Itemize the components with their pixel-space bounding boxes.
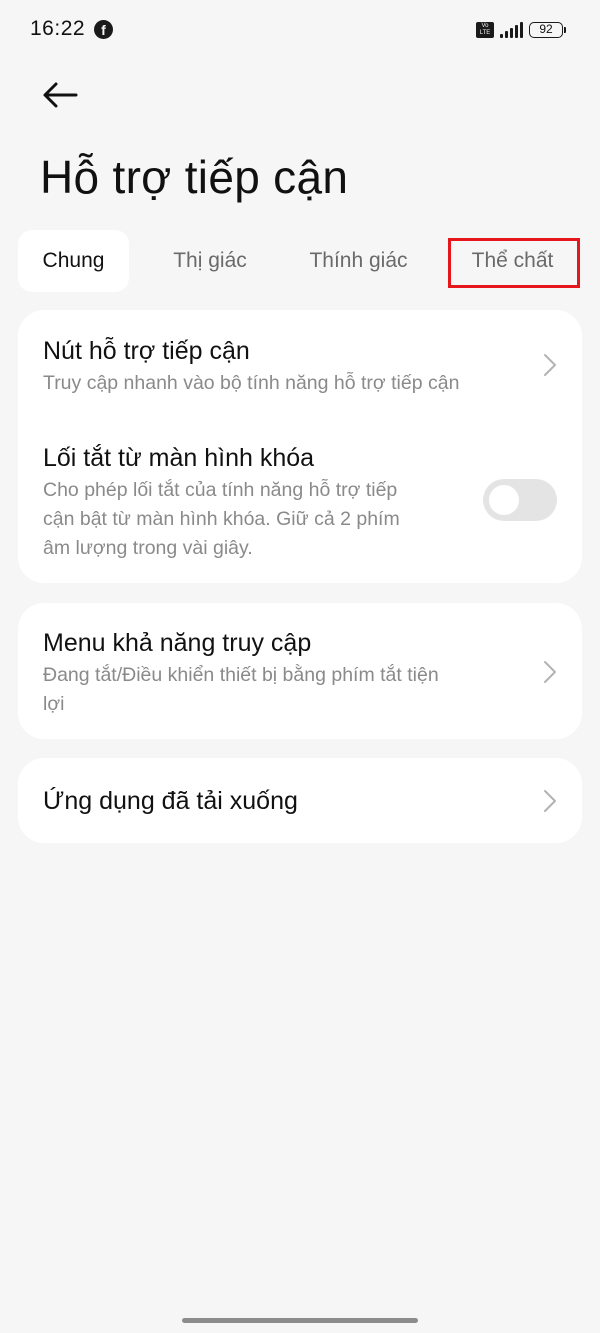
chevron-right-icon (544, 354, 556, 376)
subtitle-line: âm lượng trong vài giây. (43, 537, 253, 559)
page-title: Hỗ trợ tiếp cận (40, 151, 349, 203)
settings-card-apps: Ứng dụng đã tải xuống (18, 758, 582, 843)
row-subtitle: Đang tắt/Điều khiển thiết bị bằng phím t… (43, 661, 533, 719)
tab-physical[interactable]: Thể chất (449, 230, 576, 292)
battery-icon: 92 (529, 22, 566, 38)
chevron-right-icon (544, 661, 556, 683)
home-indicator[interactable] (182, 1318, 418, 1323)
subtitle-line: lợi (43, 693, 65, 715)
status-bar: 16:22 f Vo LTE 92 (0, 0, 600, 60)
row-title: Ứng dụng đã tải xuống (43, 787, 298, 815)
arrow-left-icon (43, 82, 78, 108)
lockscreen-shortcut-toggle[interactable] (483, 479, 557, 521)
tab-bar: Chung Thị giác Thính giác Thể chất (18, 230, 582, 292)
signal-icon (500, 22, 523, 38)
volte-icon: Vo LTE (476, 22, 494, 38)
settings-card-menu: Menu khả năng truy cập Đang tắt/Điều khi… (18, 603, 582, 739)
tab-hearing[interactable]: Thính giác (288, 230, 429, 292)
subtitle-line: Đang tắt/Điều khiển thiết bị bằng phím t… (43, 664, 439, 686)
chevron-right-icon (544, 790, 556, 812)
subtitle-line: cận bật từ màn hình khóa. Giữ cả 2 phím (43, 508, 400, 530)
facebook-icon: f (94, 20, 113, 39)
battery-level: 92 (529, 22, 563, 38)
row-title: Nút hỗ trợ tiếp cận (43, 337, 250, 365)
lockscreen-shortcut-row: Lối tắt từ màn hình khóa Cho phép lối tắ… (18, 420, 582, 583)
row-subtitle: Truy cập nhanh vào bộ tính năng hỗ trợ t… (43, 372, 460, 394)
tab-general[interactable]: Chung (18, 230, 129, 292)
volte-label-bottom: LTE (479, 30, 491, 36)
subtitle-line: Cho phép lối tắt của tính năng hỗ trợ ti… (43, 479, 398, 501)
row-title: Lối tắt từ màn hình khóa (43, 444, 315, 472)
accessibility-menu-row[interactable]: Menu khả năng truy cập Đang tắt/Điều khi… (18, 603, 582, 739)
downloaded-apps-row[interactable]: Ứng dụng đã tải xuống (18, 758, 582, 843)
status-time: 16:22 (30, 17, 86, 40)
row-subtitle: Cho phép lối tắt của tính năng hỗ trợ ti… (43, 476, 483, 563)
accessibility-button-row[interactable]: Nút hỗ trợ tiếp cận Truy cập nhanh vào b… (18, 310, 582, 410)
back-button[interactable] (36, 72, 84, 120)
tab-vision[interactable]: Thị giác (148, 230, 272, 292)
status-icons: Vo LTE 92 (476, 20, 566, 40)
row-title: Menu khả năng truy cập (43, 629, 312, 657)
volte-label-top: Vo (481, 23, 489, 29)
toggle-knob (489, 485, 519, 515)
settings-card-shortcuts: Nút hỗ trợ tiếp cận Truy cập nhanh vào b… (18, 310, 582, 583)
